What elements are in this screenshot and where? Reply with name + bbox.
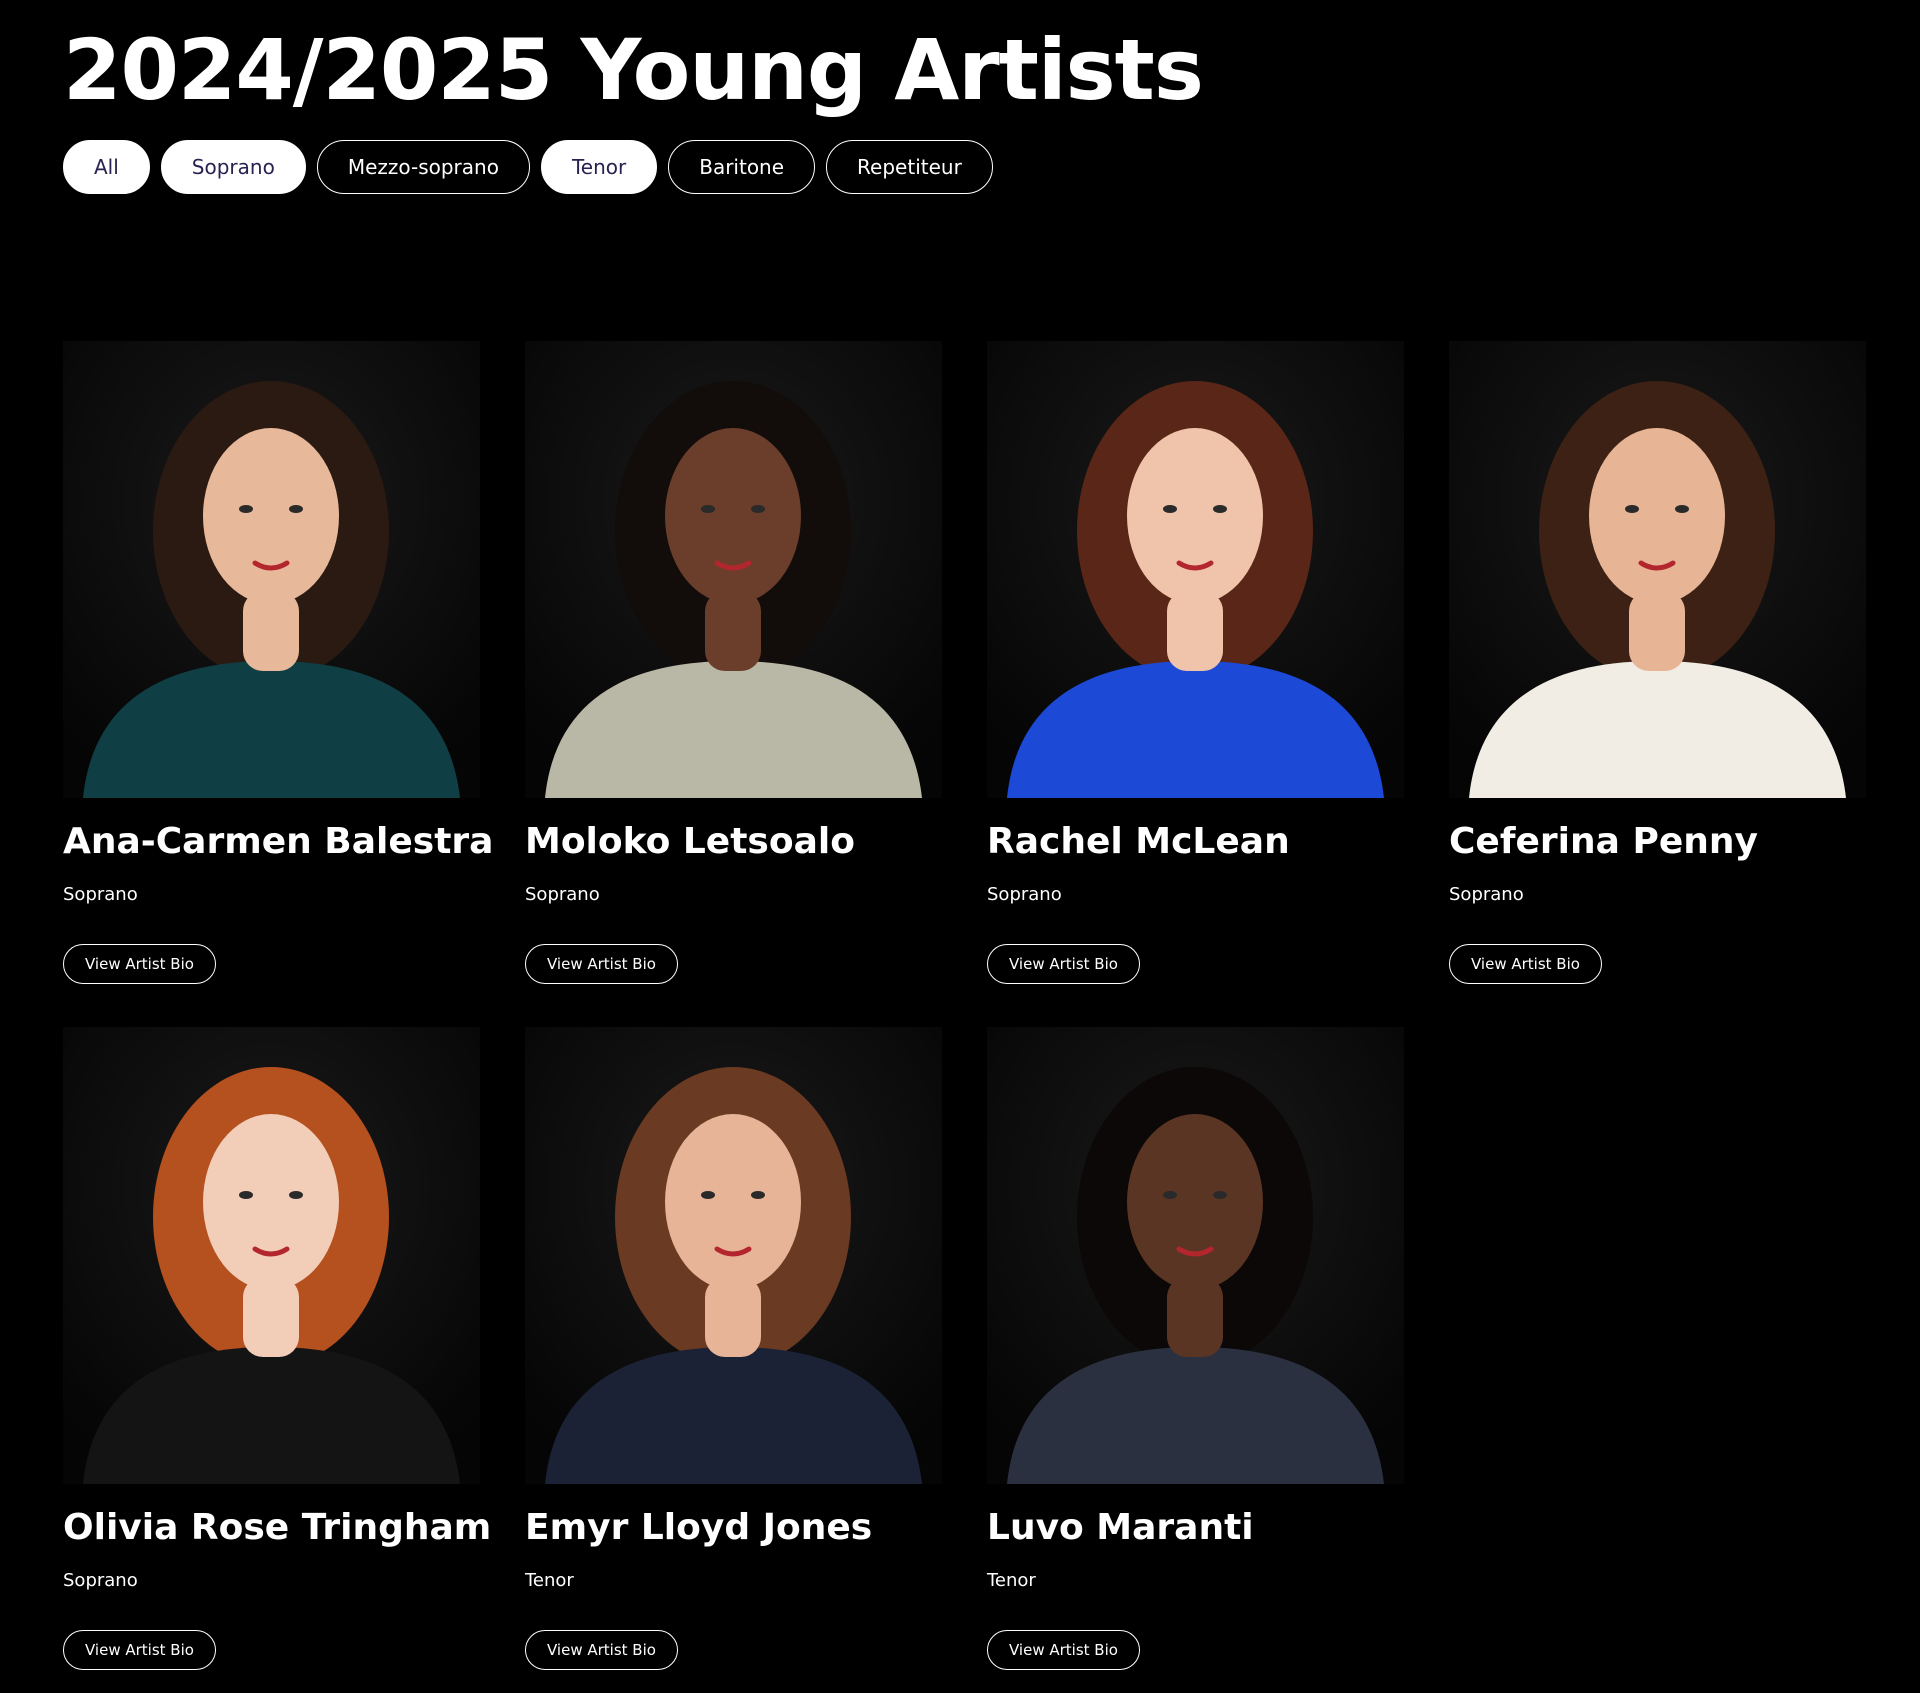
voice-type-filters: All Soprano Mezzo-soprano Tenor Baritone… <box>63 140 993 194</box>
artist-photo[interactable] <box>63 1027 480 1484</box>
artist-voice-type: Tenor <box>525 1570 574 1591</box>
artist-name: Ana-Carmen Balestra <box>63 821 494 862</box>
view-artist-bio-button[interactable]: View Artist Bio <box>525 1630 678 1670</box>
artist-card: Ana-Carmen Balestra Soprano View Artist … <box>63 341 494 984</box>
eye-right <box>751 1191 765 1199</box>
artist-name: Ceferina Penny <box>1449 821 1758 862</box>
eye-left <box>1163 505 1177 513</box>
artist-voice-type: Soprano <box>525 884 600 905</box>
view-artist-bio-button[interactable]: View Artist Bio <box>987 1630 1140 1670</box>
face-shape <box>1589 428 1725 604</box>
view-artist-bio-button[interactable]: View Artist Bio <box>987 944 1140 984</box>
portrait-illustration <box>63 341 480 798</box>
eye-left <box>1625 505 1639 513</box>
artist-name: Olivia Rose Tringham <box>63 1507 492 1548</box>
eye-right <box>289 505 303 513</box>
page-title: 2024/2025 Young Artists <box>63 21 1204 119</box>
eye-left <box>1163 1191 1177 1199</box>
artist-card: Moloko Letsoalo Soprano View Artist Bio <box>525 341 942 984</box>
portrait-illustration <box>987 1027 1404 1484</box>
view-artist-bio-button[interactable]: View Artist Bio <box>63 944 216 984</box>
artist-name: Luvo Maranti <box>987 1507 1254 1548</box>
artist-voice-type: Tenor <box>987 1570 1036 1591</box>
filter-soprano[interactable]: Soprano <box>160 140 306 194</box>
view-artist-bio-button[interactable]: View Artist Bio <box>1449 944 1602 984</box>
eye-left <box>239 1191 253 1199</box>
artist-card: Rachel McLean Soprano View Artist Bio <box>987 341 1404 984</box>
eye-right <box>1213 505 1227 513</box>
face-shape <box>665 428 801 604</box>
eye-left <box>701 1191 715 1199</box>
face-shape <box>203 428 339 604</box>
filter-tenor[interactable]: Tenor <box>540 140 658 194</box>
face-shape <box>665 1114 801 1290</box>
artist-name: Emyr Lloyd Jones <box>525 1507 873 1548</box>
portrait-illustration <box>525 1027 942 1484</box>
face-shape <box>1127 1114 1263 1290</box>
artist-card: Olivia Rose Tringham Soprano View Artist… <box>63 1027 492 1670</box>
artist-card: Luvo Maranti Tenor View Artist Bio <box>987 1027 1404 1670</box>
artist-name: Moloko Letsoalo <box>525 821 855 862</box>
artist-voice-type: Soprano <box>1449 884 1524 905</box>
artist-card: Ceferina Penny Soprano View Artist Bio <box>1449 341 1866 984</box>
portrait-illustration <box>1449 341 1866 798</box>
artist-photo[interactable] <box>987 1027 1404 1484</box>
artist-photo[interactable] <box>63 341 480 798</box>
view-artist-bio-button[interactable]: View Artist Bio <box>525 944 678 984</box>
face-shape <box>1127 428 1263 604</box>
artist-photo[interactable] <box>525 341 942 798</box>
portrait-illustration <box>525 341 942 798</box>
filter-mezzo-soprano[interactable]: Mezzo-soprano <box>316 140 530 194</box>
view-artist-bio-button[interactable]: View Artist Bio <box>63 1630 216 1670</box>
artist-voice-type: Soprano <box>987 884 1062 905</box>
artist-photo[interactable] <box>525 1027 942 1484</box>
artist-voice-type: Soprano <box>63 1570 138 1591</box>
artist-card: Emyr Lloyd Jones Tenor View Artist Bio <box>525 1027 942 1670</box>
eye-left <box>701 505 715 513</box>
artist-voice-type: Soprano <box>63 884 138 905</box>
portrait-illustration <box>987 341 1404 798</box>
eye-left <box>239 505 253 513</box>
eye-right <box>1213 1191 1227 1199</box>
face-shape <box>203 1114 339 1290</box>
artist-name: Rachel McLean <box>987 821 1290 862</box>
artist-photo[interactable] <box>1449 341 1866 798</box>
portrait-illustration <box>63 1027 480 1484</box>
artist-grid: Ana-Carmen Balestra Soprano View Artist … <box>63 341 1866 1670</box>
eye-right <box>751 505 765 513</box>
filter-repetiteur[interactable]: Repetiteur <box>826 140 993 194</box>
filter-all[interactable]: All <box>63 140 150 194</box>
filter-baritone[interactable]: Baritone <box>668 140 816 194</box>
artist-photo[interactable] <box>987 341 1404 798</box>
eye-right <box>1675 505 1689 513</box>
eye-right <box>289 1191 303 1199</box>
